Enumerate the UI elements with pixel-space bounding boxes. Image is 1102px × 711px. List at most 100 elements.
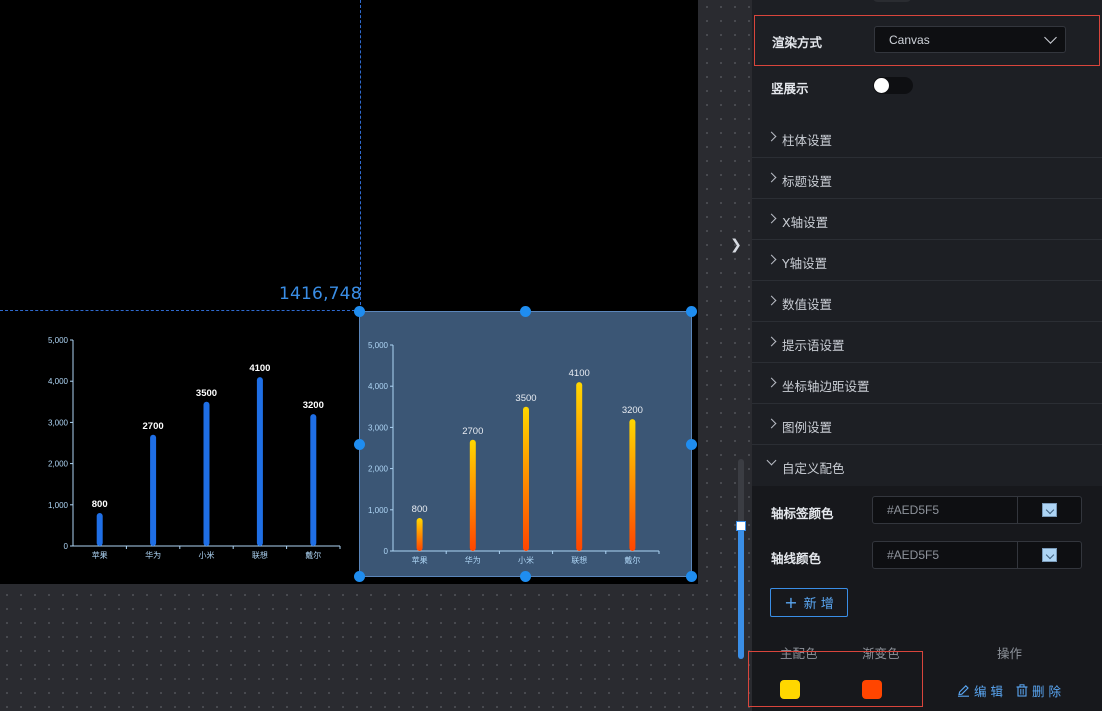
section-x-axis-settings[interactable]: X轴设置 bbox=[752, 199, 1102, 240]
axis-label-color-input[interactable]: #AED5F5 bbox=[872, 496, 1082, 524]
data-label: 2700 bbox=[462, 426, 483, 437]
toggle-knob bbox=[874, 78, 889, 93]
bar bbox=[523, 406, 529, 551]
bar bbox=[416, 518, 423, 551]
y-tick-label: 2,000 bbox=[368, 465, 389, 474]
y-tick-label: 5,000 bbox=[368, 341, 389, 350]
section-label: 数值设置 bbox=[782, 297, 833, 312]
data-label: 4100 bbox=[569, 368, 590, 379]
vertical-display-row: 竖展示 bbox=[752, 72, 1102, 100]
data-label: 3200 bbox=[622, 405, 643, 416]
delete-label: 删 除 bbox=[1032, 684, 1061, 699]
render-mode-value: Canvas bbox=[889, 33, 930, 47]
section-label: Y轴设置 bbox=[782, 256, 828, 271]
panel-collapse-chevron-icon[interactable]: ❯ bbox=[729, 236, 743, 254]
y-tick-label: 2,000 bbox=[48, 460, 69, 469]
data-label: 3200 bbox=[303, 400, 324, 411]
alignment-guide-vertical bbox=[360, 0, 361, 310]
section-custom-colors[interactable]: 自定义配色 bbox=[752, 445, 1102, 486]
axis-line-color-value: #AED5F5 bbox=[887, 548, 940, 562]
chevron-right-icon bbox=[766, 377, 777, 388]
section-label: X轴设置 bbox=[782, 215, 829, 230]
resize-handle-top-left[interactable] bbox=[354, 306, 365, 317]
section-tooltip-settings[interactable]: 提示语设置 bbox=[752, 322, 1102, 363]
section-y-axis-settings[interactable]: Y轴设置 bbox=[752, 240, 1102, 281]
chevron-right-icon bbox=[766, 172, 777, 183]
data-label: 3500 bbox=[515, 393, 536, 404]
bar bbox=[469, 439, 476, 551]
section-label: 图例设置 bbox=[782, 420, 833, 435]
resize-handle-bottom[interactable] bbox=[520, 571, 531, 582]
screen-edge bbox=[694, 0, 698, 584]
data-label: 3500 bbox=[196, 388, 217, 399]
y-tick-label: 4,000 bbox=[48, 377, 69, 386]
section-label: 自定义配色 bbox=[782, 461, 845, 476]
chevron-down-icon bbox=[1044, 31, 1057, 44]
vertical-display-toggle[interactable] bbox=[873, 77, 913, 94]
delete-color-link[interactable]: 删 除 bbox=[1016, 681, 1061, 700]
chevron-right-icon bbox=[766, 254, 777, 265]
edit-color-link[interactable]: 编 辑 bbox=[957, 681, 1003, 700]
render-mode-label: 渲染方式 bbox=[772, 35, 823, 50]
gradient-color-swatch[interactable] bbox=[862, 680, 882, 699]
resize-handle-top-right[interactable] bbox=[686, 306, 697, 317]
axis-line-color-input[interactable]: #AED5F5 bbox=[872, 541, 1082, 569]
x-tick-label: 戴尔 bbox=[624, 555, 640, 565]
bar bbox=[629, 419, 636, 551]
y-tick-label: 0 bbox=[64, 542, 69, 551]
x-tick-label: 华为 bbox=[465, 555, 481, 565]
position-readout: 1416,748 bbox=[279, 284, 362, 304]
axis-label-color-value: #AED5F5 bbox=[887, 503, 940, 517]
resize-handle-right[interactable] bbox=[686, 439, 697, 450]
x-tick-label: 戴尔 bbox=[305, 550, 321, 560]
bar-chart-1: 0 1,000 2,000 3,000 4,000 5,000 苹果 800 华为 2700 小米 3… bbox=[48, 336, 341, 560]
resize-handle-bottom-left[interactable] bbox=[354, 571, 365, 582]
alignment-guide-horizontal bbox=[0, 310, 360, 311]
divider bbox=[1017, 497, 1018, 523]
chevron-right-icon bbox=[766, 131, 777, 142]
resize-handle-left[interactable] bbox=[354, 439, 365, 450]
section-value-settings[interactable]: 数值设置 bbox=[752, 281, 1102, 322]
bar bbox=[150, 434, 157, 546]
canvas-scale-fill bbox=[738, 528, 744, 659]
add-color-button[interactable]: + 新 增 bbox=[770, 588, 848, 617]
color-picker-swatch-icon[interactable] bbox=[1042, 503, 1057, 517]
section-label: 标题设置 bbox=[782, 174, 833, 189]
bar-chart-widget-2[interactable]: 0 1,000 2,000 3,000 4,000 5,000 苹果 800 华为 2700 小米 3… bbox=[360, 312, 692, 576]
section-title-settings[interactable]: 标题设置 bbox=[752, 158, 1102, 199]
color-picker-swatch-icon[interactable] bbox=[1042, 548, 1057, 562]
y-tick-label: 4,000 bbox=[368, 382, 389, 391]
bar bbox=[576, 382, 583, 551]
data-label: 4100 bbox=[249, 363, 270, 374]
data-label: 800 bbox=[412, 504, 428, 515]
resize-handle-bottom-right[interactable] bbox=[686, 571, 697, 582]
section-legend-settings[interactable]: 图例设置 bbox=[752, 404, 1102, 445]
x-tick-label: 小米 bbox=[199, 550, 215, 560]
axis-line-color-row: 轴线颜色 #AED5F5 bbox=[752, 541, 1102, 569]
toggle-partial[interactable] bbox=[872, 0, 912, 2]
settings-panel: 渲染方式 Canvas 竖展示 柱体设置 标题设置 X轴设置 Y轴设置 数值设置… bbox=[748, 0, 1102, 711]
table-header-actions: 操作 bbox=[997, 646, 1023, 661]
section-label: 柱体设置 bbox=[782, 133, 833, 148]
chevron-right-icon bbox=[766, 295, 777, 306]
chevron-right-icon bbox=[766, 336, 777, 347]
section-axis-margin-settings[interactable]: 坐标轴边距设置 bbox=[752, 363, 1102, 404]
edit-label: 编 辑 bbox=[974, 684, 1003, 699]
axis-line-color-label: 轴线颜色 bbox=[771, 551, 822, 566]
edit-pencil-icon bbox=[958, 685, 969, 697]
render-mode-select[interactable]: Canvas bbox=[874, 26, 1066, 53]
add-button-label: 新 增 bbox=[803, 597, 834, 612]
bar bbox=[96, 513, 103, 546]
axis-label-color-row: 轴标签颜色 #AED5F5 bbox=[752, 496, 1102, 524]
main-color-swatch[interactable] bbox=[780, 680, 800, 699]
canvas-scale-thumb[interactable] bbox=[736, 521, 746, 531]
bar-chart-widget-1[interactable]: 0 1,000 2,000 3,000 4,000 5,000 苹果 800 华为 2700 小米 3… bbox=[0, 320, 358, 582]
chevron-right-icon bbox=[766, 418, 777, 429]
y-tick-label: 1,000 bbox=[368, 506, 389, 515]
resize-handle-top[interactable] bbox=[520, 306, 531, 317]
divider bbox=[1017, 542, 1018, 568]
bar-chart-2: 0 1,000 2,000 3,000 4,000 5,000 苹果 800 华为 2700 小米 3… bbox=[368, 341, 660, 565]
section-bar-settings[interactable]: 柱体设置 bbox=[752, 117, 1102, 158]
bar bbox=[203, 401, 210, 546]
x-tick-label: 联想 bbox=[571, 555, 587, 565]
